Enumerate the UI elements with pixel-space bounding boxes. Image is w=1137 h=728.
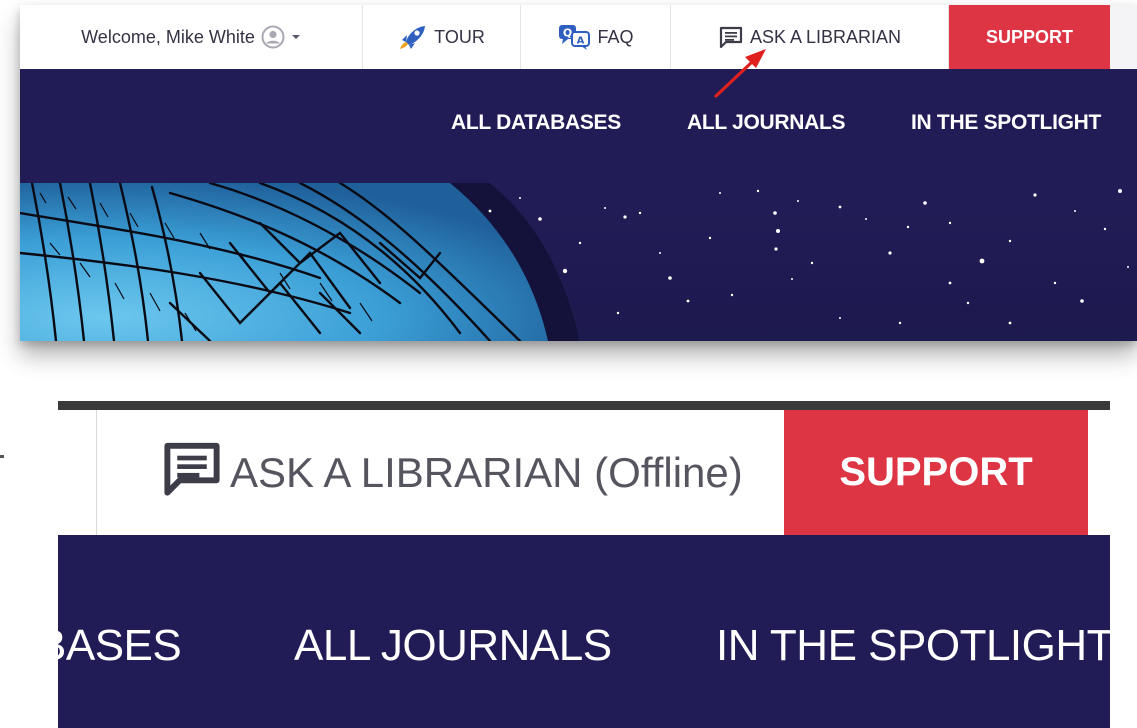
hero-banner bbox=[20, 183, 1137, 341]
zoom-nav-in-the-spotlight[interactable]: IN THE SPOTLIGHT bbox=[716, 621, 1110, 671]
nav-all-databases[interactable]: ALL DATABASES bbox=[451, 111, 621, 135]
zoom-support-label: SUPPORT bbox=[839, 450, 1033, 494]
support-button[interactable]: SUPPORT bbox=[949, 5, 1110, 69]
rocket-icon bbox=[398, 24, 428, 50]
faq-label: FAQ bbox=[597, 26, 634, 47]
zoom-cell-divider bbox=[96, 410, 97, 535]
utility-bar: Welcome, Mike White TOUR Q A FAQ ASK A L… bbox=[20, 5, 1137, 70]
faq-link[interactable]: Q A FAQ bbox=[521, 5, 671, 69]
user-circle-icon bbox=[261, 25, 285, 49]
tour-label: TOUR bbox=[434, 26, 485, 47]
faq-bubbles-icon: Q A bbox=[557, 23, 591, 51]
chat-message-icon bbox=[718, 25, 744, 49]
nav-all-journals[interactable]: ALL JOURNALS bbox=[687, 111, 845, 135]
tour-link[interactable]: TOUR bbox=[363, 5, 521, 69]
zoom-ask-librarian-link[interactable]: ASK A LIBRARIAN (Offline) bbox=[160, 410, 743, 535]
chat-message-icon bbox=[160, 438, 224, 508]
zoom-nav-all-journals[interactable]: ALL JOURNALS bbox=[294, 621, 612, 671]
edge-artifact bbox=[0, 455, 4, 458]
zoom-panel-border bbox=[58, 401, 1110, 410]
header-screenshot-small: Welcome, Mike White TOUR Q A FAQ ASK A L… bbox=[20, 5, 1137, 341]
zoom-support-button[interactable]: SUPPORT bbox=[784, 410, 1088, 535]
nav-in-the-spotlight[interactable]: IN THE SPOTLIGHT bbox=[911, 111, 1101, 135]
zoom-main-nav: BASES ALL JOURNALS IN THE SPOTLIGHT bbox=[58, 535, 1110, 728]
svg-text:Q: Q bbox=[563, 27, 572, 40]
screenshot-stage: Welcome, Mike White TOUR Q A FAQ ASK A L… bbox=[0, 0, 1137, 728]
ask-librarian-label: ASK A LIBRARIAN bbox=[749, 26, 902, 47]
caret-down-icon[interactable] bbox=[291, 33, 301, 41]
zoom-ask-librarian-label: ASK A LIBRARIAN (Offline) bbox=[230, 448, 743, 496]
topbar-edge bbox=[1110, 5, 1137, 69]
globe-starfield-illustration bbox=[20, 183, 1129, 341]
main-nav: ALL DATABASES ALL JOURNALS IN THE SPOTLI… bbox=[20, 69, 1137, 183]
zoom-nav-all-databases[interactable]: BASES bbox=[58, 621, 182, 671]
svg-text:A: A bbox=[577, 36, 585, 47]
welcome-text: Welcome, Mike White bbox=[81, 26, 255, 47]
user-menu[interactable]: Welcome, Mike White bbox=[20, 5, 363, 69]
support-label: SUPPORT bbox=[985, 26, 1073, 47]
ask-librarian-link[interactable]: ASK A LIBRARIAN bbox=[671, 5, 949, 69]
